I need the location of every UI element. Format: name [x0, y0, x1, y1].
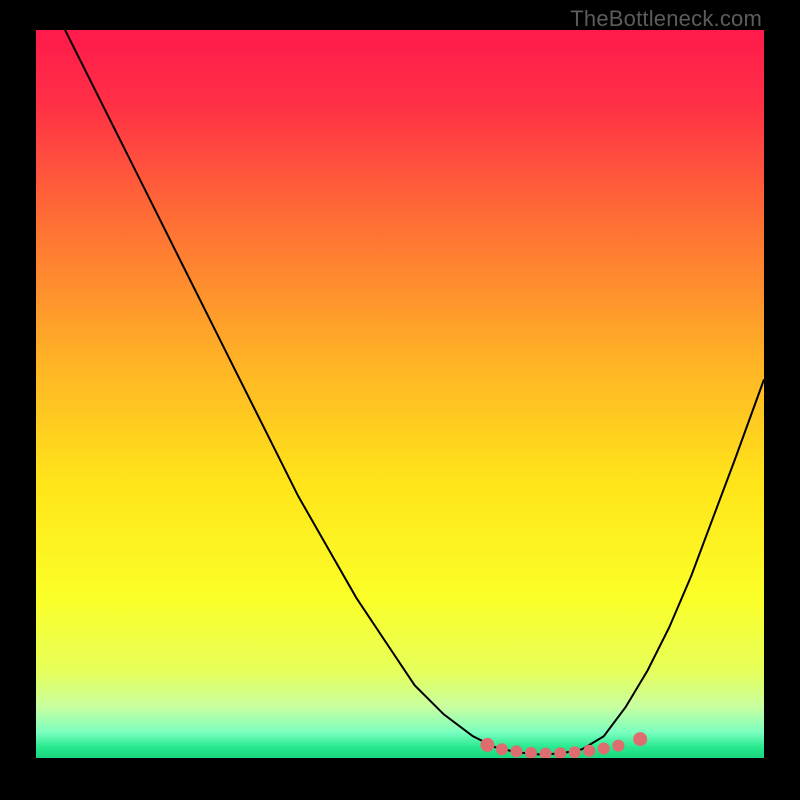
heat-background: [36, 30, 764, 758]
bottleneck-chart: [36, 30, 764, 758]
highlight-dot: [598, 743, 610, 755]
highlight-dot: [496, 743, 508, 755]
highlight-dot: [583, 745, 595, 757]
highlight-dot: [569, 746, 581, 758]
watermark-text: TheBottleneck.com: [570, 6, 762, 32]
highlight-dot: [511, 745, 523, 757]
highlight-dot: [633, 732, 647, 746]
chart-frame: [36, 30, 764, 758]
highlight-dot: [612, 740, 624, 752]
highlight-dot: [480, 738, 494, 752]
